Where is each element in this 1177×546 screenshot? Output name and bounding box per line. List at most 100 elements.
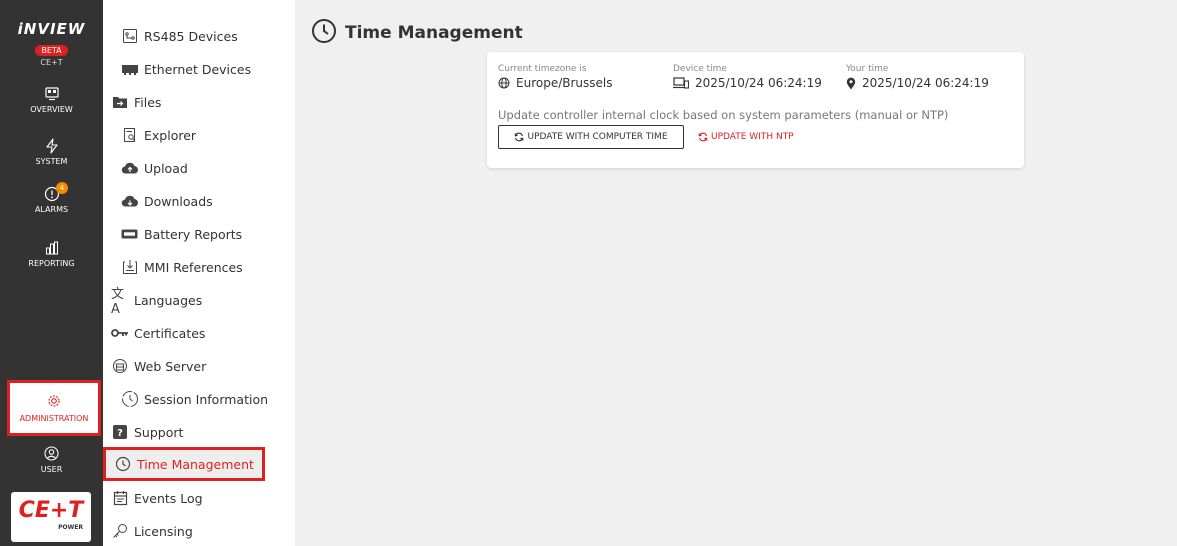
submenu-item-explorer[interactable]: Explorer xyxy=(103,120,286,150)
submenu-label: Explorer xyxy=(144,127,197,143)
timezone-value: Europe/Brussels xyxy=(516,76,613,90)
rail-label-overview: OVERVIEW xyxy=(30,105,73,114)
rail-item-system[interactable]: SYSTEM xyxy=(0,138,103,166)
page-title-text: Time Management xyxy=(345,23,523,43)
rail-item-user[interactable]: USER xyxy=(0,446,103,474)
location-pin-icon xyxy=(846,77,856,89)
lightning-icon xyxy=(0,138,103,156)
your-time-row: 2025/10/24 06:24:19 xyxy=(846,76,989,90)
explorer-icon xyxy=(121,126,139,144)
timezone-block: Current timezone is Europe/Brussels xyxy=(498,64,613,90)
timezone-label: Current timezone is xyxy=(498,64,587,74)
clock-icon xyxy=(311,18,337,48)
licence-key-icon xyxy=(111,522,129,540)
help-icon: ? xyxy=(111,423,129,441)
submenu-item-certificates[interactable]: Certificates xyxy=(103,318,286,348)
submenu-item-events-log[interactable]: Events Log xyxy=(103,483,286,513)
alarm-count-badge: 4 xyxy=(56,182,68,194)
submenu-item-support[interactable]: ? Support xyxy=(103,417,286,447)
brand-name: iNVIEW xyxy=(17,20,86,38)
device-time-value: 2025/10/24 06:24:19 xyxy=(695,76,822,90)
rail-label-alarms: ALARMS xyxy=(34,205,69,214)
update-ntp-button[interactable]: UPDATE WITH NTP xyxy=(698,125,794,149)
rs485-icon xyxy=(121,27,139,45)
submenu-label: Files xyxy=(134,94,162,110)
submenu-item-ethernet[interactable]: Ethernet Devices xyxy=(103,54,286,84)
battery-icon xyxy=(121,225,139,243)
submenu-label: RS485 Devices xyxy=(144,28,238,44)
time-card: Current timezone is Europe/Brussels Devi… xyxy=(487,52,1024,168)
session-icon xyxy=(121,390,139,408)
submenu-item-battery-reports[interactable]: Battery Reports xyxy=(103,219,286,249)
submenu-item-languages[interactable]: 文A Languages xyxy=(103,285,286,317)
submenu-item-rs485[interactable]: RS485 Devices xyxy=(103,21,286,51)
device-time-label: Device time xyxy=(673,64,727,74)
submenu-label: MMI References xyxy=(144,259,243,275)
clock-icon xyxy=(114,455,132,473)
alarm-icon: 4 xyxy=(0,182,103,204)
rail-label-system: SYSTEM xyxy=(35,157,68,166)
mmi-icon xyxy=(121,258,139,276)
device-time-row: 2025/10/24 06:24:19 xyxy=(673,76,822,90)
download-icon xyxy=(121,192,139,210)
files-icon xyxy=(111,93,129,111)
submenu-item-downloads[interactable]: Downloads xyxy=(103,186,286,216)
calendar-icon xyxy=(111,489,129,507)
submenu-item-time-management[interactable]: Time Management xyxy=(103,447,265,481)
submenu-label: Time Management xyxy=(137,456,254,472)
submenu-label: Events Log xyxy=(134,490,203,506)
svg-text:?: ? xyxy=(117,428,123,439)
your-time-value: 2025/10/24 06:24:19 xyxy=(862,76,989,90)
key-icon xyxy=(111,324,129,342)
submenu-item-session-information[interactable]: Session Information xyxy=(103,384,286,414)
submenu-label: Certificates xyxy=(134,325,206,341)
update-ntp-label: UPDATE WITH NTP xyxy=(711,132,794,142)
rail-label-user: USER xyxy=(40,465,63,474)
your-time-block: Your time 2025/10/24 06:24:19 xyxy=(846,64,989,90)
devices-icon xyxy=(673,77,689,89)
sync-icon xyxy=(698,132,708,142)
your-time-label: Your time xyxy=(846,64,889,74)
rail-label-administration: ADMINISTRATION xyxy=(19,414,89,423)
app-root: iNVIEW BETA CE+T OVERVIEW SYSTEM 4 ALARM… xyxy=(0,0,1177,546)
update-computer-time-label: UPDATE WITH COMPUTER TIME xyxy=(527,132,668,142)
left-rail: iNVIEW BETA CE+T OVERVIEW SYSTEM 4 ALARM… xyxy=(0,0,103,546)
submenu-item-web-server[interactable]: Web Server xyxy=(103,351,286,381)
rail-item-alarms[interactable]: 4 ALARMS xyxy=(0,182,103,214)
submenu-label: Downloads xyxy=(144,193,213,209)
webserver-icon xyxy=(111,357,129,375)
ethernet-icon xyxy=(121,60,139,78)
globe-icon xyxy=(498,77,510,89)
submenu-label: Languages xyxy=(134,292,203,308)
update-description: Update controller internal clock based o… xyxy=(498,108,949,122)
submenu-label: Session Information xyxy=(144,391,269,407)
main-content: Time Management Current timezone is Euro… xyxy=(295,0,1177,546)
overview-icon xyxy=(0,86,103,104)
device-time-block: Device time 2025/10/24 06:24:19 xyxy=(673,64,822,90)
logo-sub: POWER xyxy=(58,524,83,531)
rail-item-reporting[interactable]: REPORTING xyxy=(0,240,103,268)
user-icon xyxy=(0,446,103,464)
beta-badge: BETA xyxy=(35,45,68,56)
submenu-item-upload[interactable]: Upload xyxy=(103,153,286,183)
submenu-item-mmi-references[interactable]: MMI References xyxy=(103,252,286,282)
submenu-item-licensing[interactable]: Licensing xyxy=(103,516,286,546)
submenu-label: Licensing xyxy=(134,523,193,539)
submenu-label: Web Server xyxy=(134,358,207,374)
page-title: Time Management xyxy=(311,18,523,48)
submenu-label: Ethernet Devices xyxy=(144,61,252,77)
timezone-row: Europe/Brussels xyxy=(498,76,613,90)
rail-item-administration[interactable]: ADMINISTRATION xyxy=(7,380,101,436)
upload-icon xyxy=(121,159,139,177)
update-computer-time-button[interactable]: UPDATE WITH COMPUTER TIME xyxy=(498,125,684,149)
admin-submenu: ▲ RS485 Devices Ethernet Devices Files E… xyxy=(103,0,394,546)
brand-sub: CE+T xyxy=(40,58,63,67)
sync-icon xyxy=(514,132,525,142)
brand: iNVIEW BETA CE+T xyxy=(0,20,103,67)
submenu-label: Battery Reports xyxy=(144,226,243,242)
translate-icon: 文A xyxy=(111,287,125,317)
submenu-item-files[interactable]: Files xyxy=(103,87,286,117)
rail-item-overview[interactable]: OVERVIEW xyxy=(0,86,103,114)
company-logo: CE+T POWER xyxy=(11,492,91,542)
submenu-label: Upload xyxy=(144,160,188,176)
